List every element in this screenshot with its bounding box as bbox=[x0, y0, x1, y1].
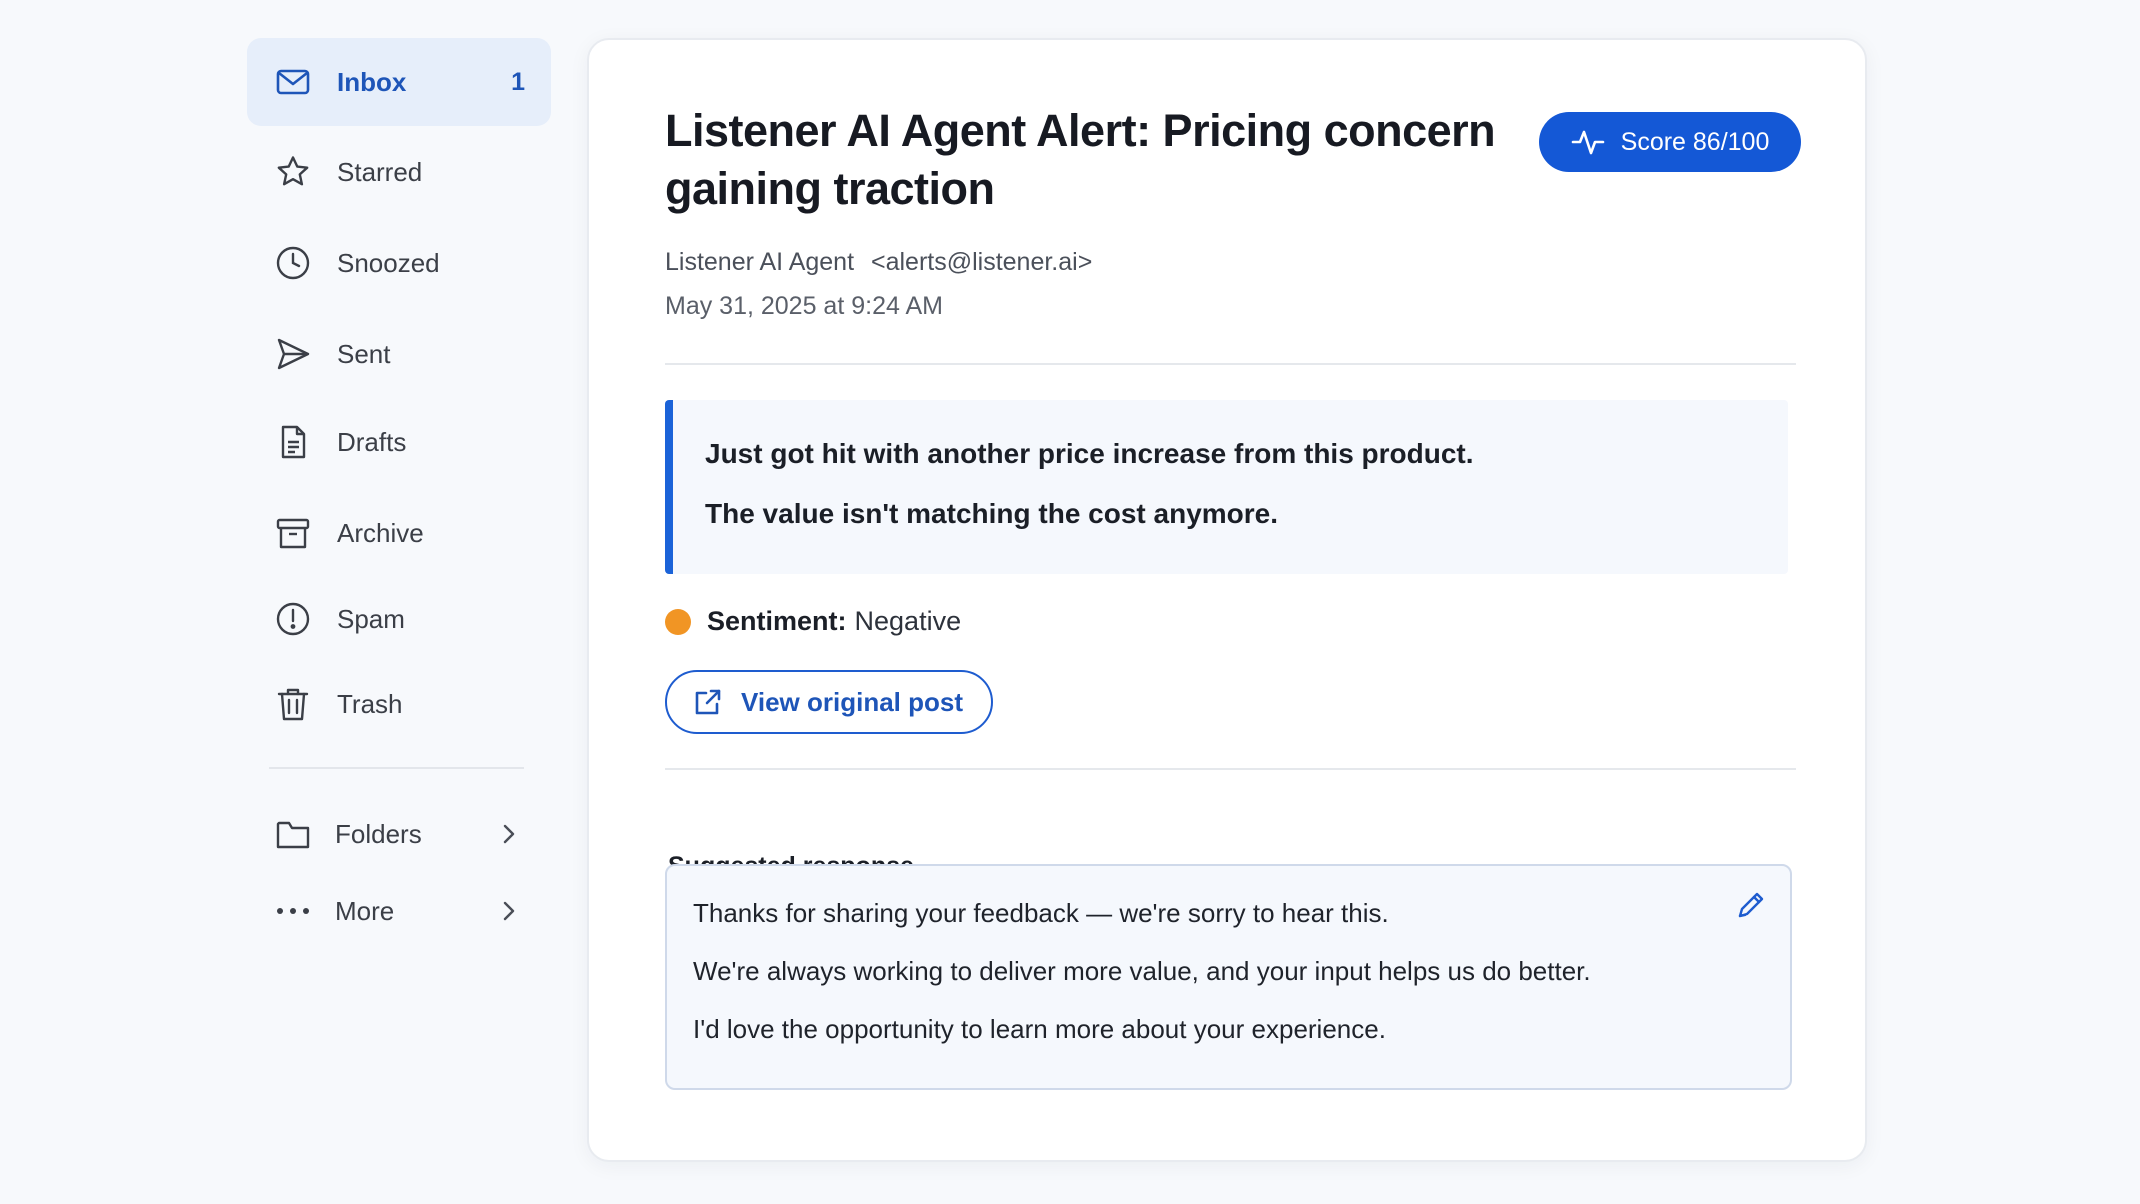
email-detail-card: Listener AI Agent Alert: Pricing concern… bbox=[587, 38, 1867, 1162]
chevron-right-icon bbox=[497, 899, 521, 923]
sentiment-key: Sentiment: bbox=[707, 606, 847, 636]
sentiment-value: Negative bbox=[854, 606, 962, 636]
trash-icon bbox=[275, 686, 311, 722]
sidebar-item-label: Sent bbox=[337, 338, 391, 369]
folder-icon bbox=[275, 816, 311, 852]
alert-circle-icon bbox=[275, 601, 311, 637]
quote-line: The value isn't matching the cost anymor… bbox=[705, 498, 1279, 529]
chevron-right-icon bbox=[497, 822, 521, 846]
view-original-post-button[interactable]: View original post bbox=[665, 670, 993, 734]
sidebar-item-inbox[interactable]: Inbox 1 bbox=[247, 38, 551, 126]
sidebar-item-label: More bbox=[335, 895, 395, 926]
email-subject: Listener AI Agent Alert: Pricing concern… bbox=[665, 105, 1496, 214]
score-button[interactable]: Score 86/100 bbox=[1539, 112, 1801, 172]
sidebar-item-label: Archive bbox=[337, 517, 424, 548]
document-icon bbox=[275, 424, 311, 460]
sidebar-item-sent[interactable]: Sent bbox=[247, 310, 551, 398]
more-dots-icon bbox=[275, 893, 311, 929]
sidebar-item-label: Folders bbox=[335, 818, 422, 849]
star-icon bbox=[275, 154, 311, 190]
sidebar-item-label: Trash bbox=[337, 688, 403, 719]
sender-name: Listener AI Agent bbox=[665, 248, 855, 276]
sender-email: <alerts@listener.ai> bbox=[870, 248, 1093, 276]
unread-count-badge: 1 bbox=[511, 67, 525, 96]
quoted-post: Just got hit with another price increase… bbox=[665, 400, 1788, 574]
sidebar-item-label: Inbox bbox=[337, 66, 407, 97]
sidebar-item-label: Spam bbox=[337, 603, 405, 634]
sidebar-item-more[interactable]: More bbox=[247, 867, 551, 955]
external-link-icon bbox=[695, 689, 721, 715]
sidebar-item-label: Snoozed bbox=[337, 247, 440, 278]
view-original-post-label: View original post bbox=[741, 686, 964, 717]
suggested-response-box: Thanks for sharing your feedback — we're… bbox=[665, 864, 1792, 1090]
sidebar-item-spam[interactable]: Spam bbox=[247, 575, 551, 663]
sidebar-item-archive[interactable]: Archive bbox=[247, 489, 551, 577]
suggested-response-line: We're always working to deliver more val… bbox=[693, 956, 1591, 986]
mail-icon bbox=[275, 64, 311, 100]
score-label: Score 86/100 bbox=[1620, 127, 1770, 156]
edit-pencil-icon[interactable] bbox=[1734, 888, 1768, 922]
section-divider bbox=[665, 768, 1796, 770]
send-icon bbox=[275, 336, 311, 372]
clock-icon bbox=[275, 245, 311, 281]
sidebar-item-starred[interactable]: Starred bbox=[247, 128, 551, 216]
sidebar-item-label: Starred bbox=[337, 156, 423, 187]
sidebar-divider bbox=[269, 767, 524, 769]
header-divider bbox=[665, 363, 1796, 365]
suggested-response-line: I'd love the opportunity to learn more a… bbox=[693, 1014, 1386, 1044]
email-date: May 31, 2025 at 9:24 AM bbox=[665, 292, 943, 320]
sidebar-item-snoozed[interactable]: Snoozed bbox=[247, 219, 551, 307]
sidebar-item-folders[interactable]: Folders bbox=[247, 790, 551, 878]
archive-icon bbox=[275, 515, 311, 551]
sentiment-dot bbox=[665, 608, 691, 635]
quote-line: Just got hit with another price increase… bbox=[705, 438, 1474, 469]
sidebar-item-label: Drafts bbox=[337, 426, 407, 457]
sidebar-item-trash[interactable]: Trash bbox=[247, 660, 551, 748]
sentiment-indicator: Sentiment: Negative bbox=[665, 606, 961, 637]
activity-pulse-icon bbox=[1571, 130, 1604, 155]
sender-line: Listener AI Agent <alerts@listener.ai> bbox=[665, 248, 1092, 277]
suggested-response-line: Thanks for sharing your feedback — we're… bbox=[693, 898, 1389, 928]
sidebar-item-drafts[interactable]: Drafts bbox=[247, 398, 551, 486]
